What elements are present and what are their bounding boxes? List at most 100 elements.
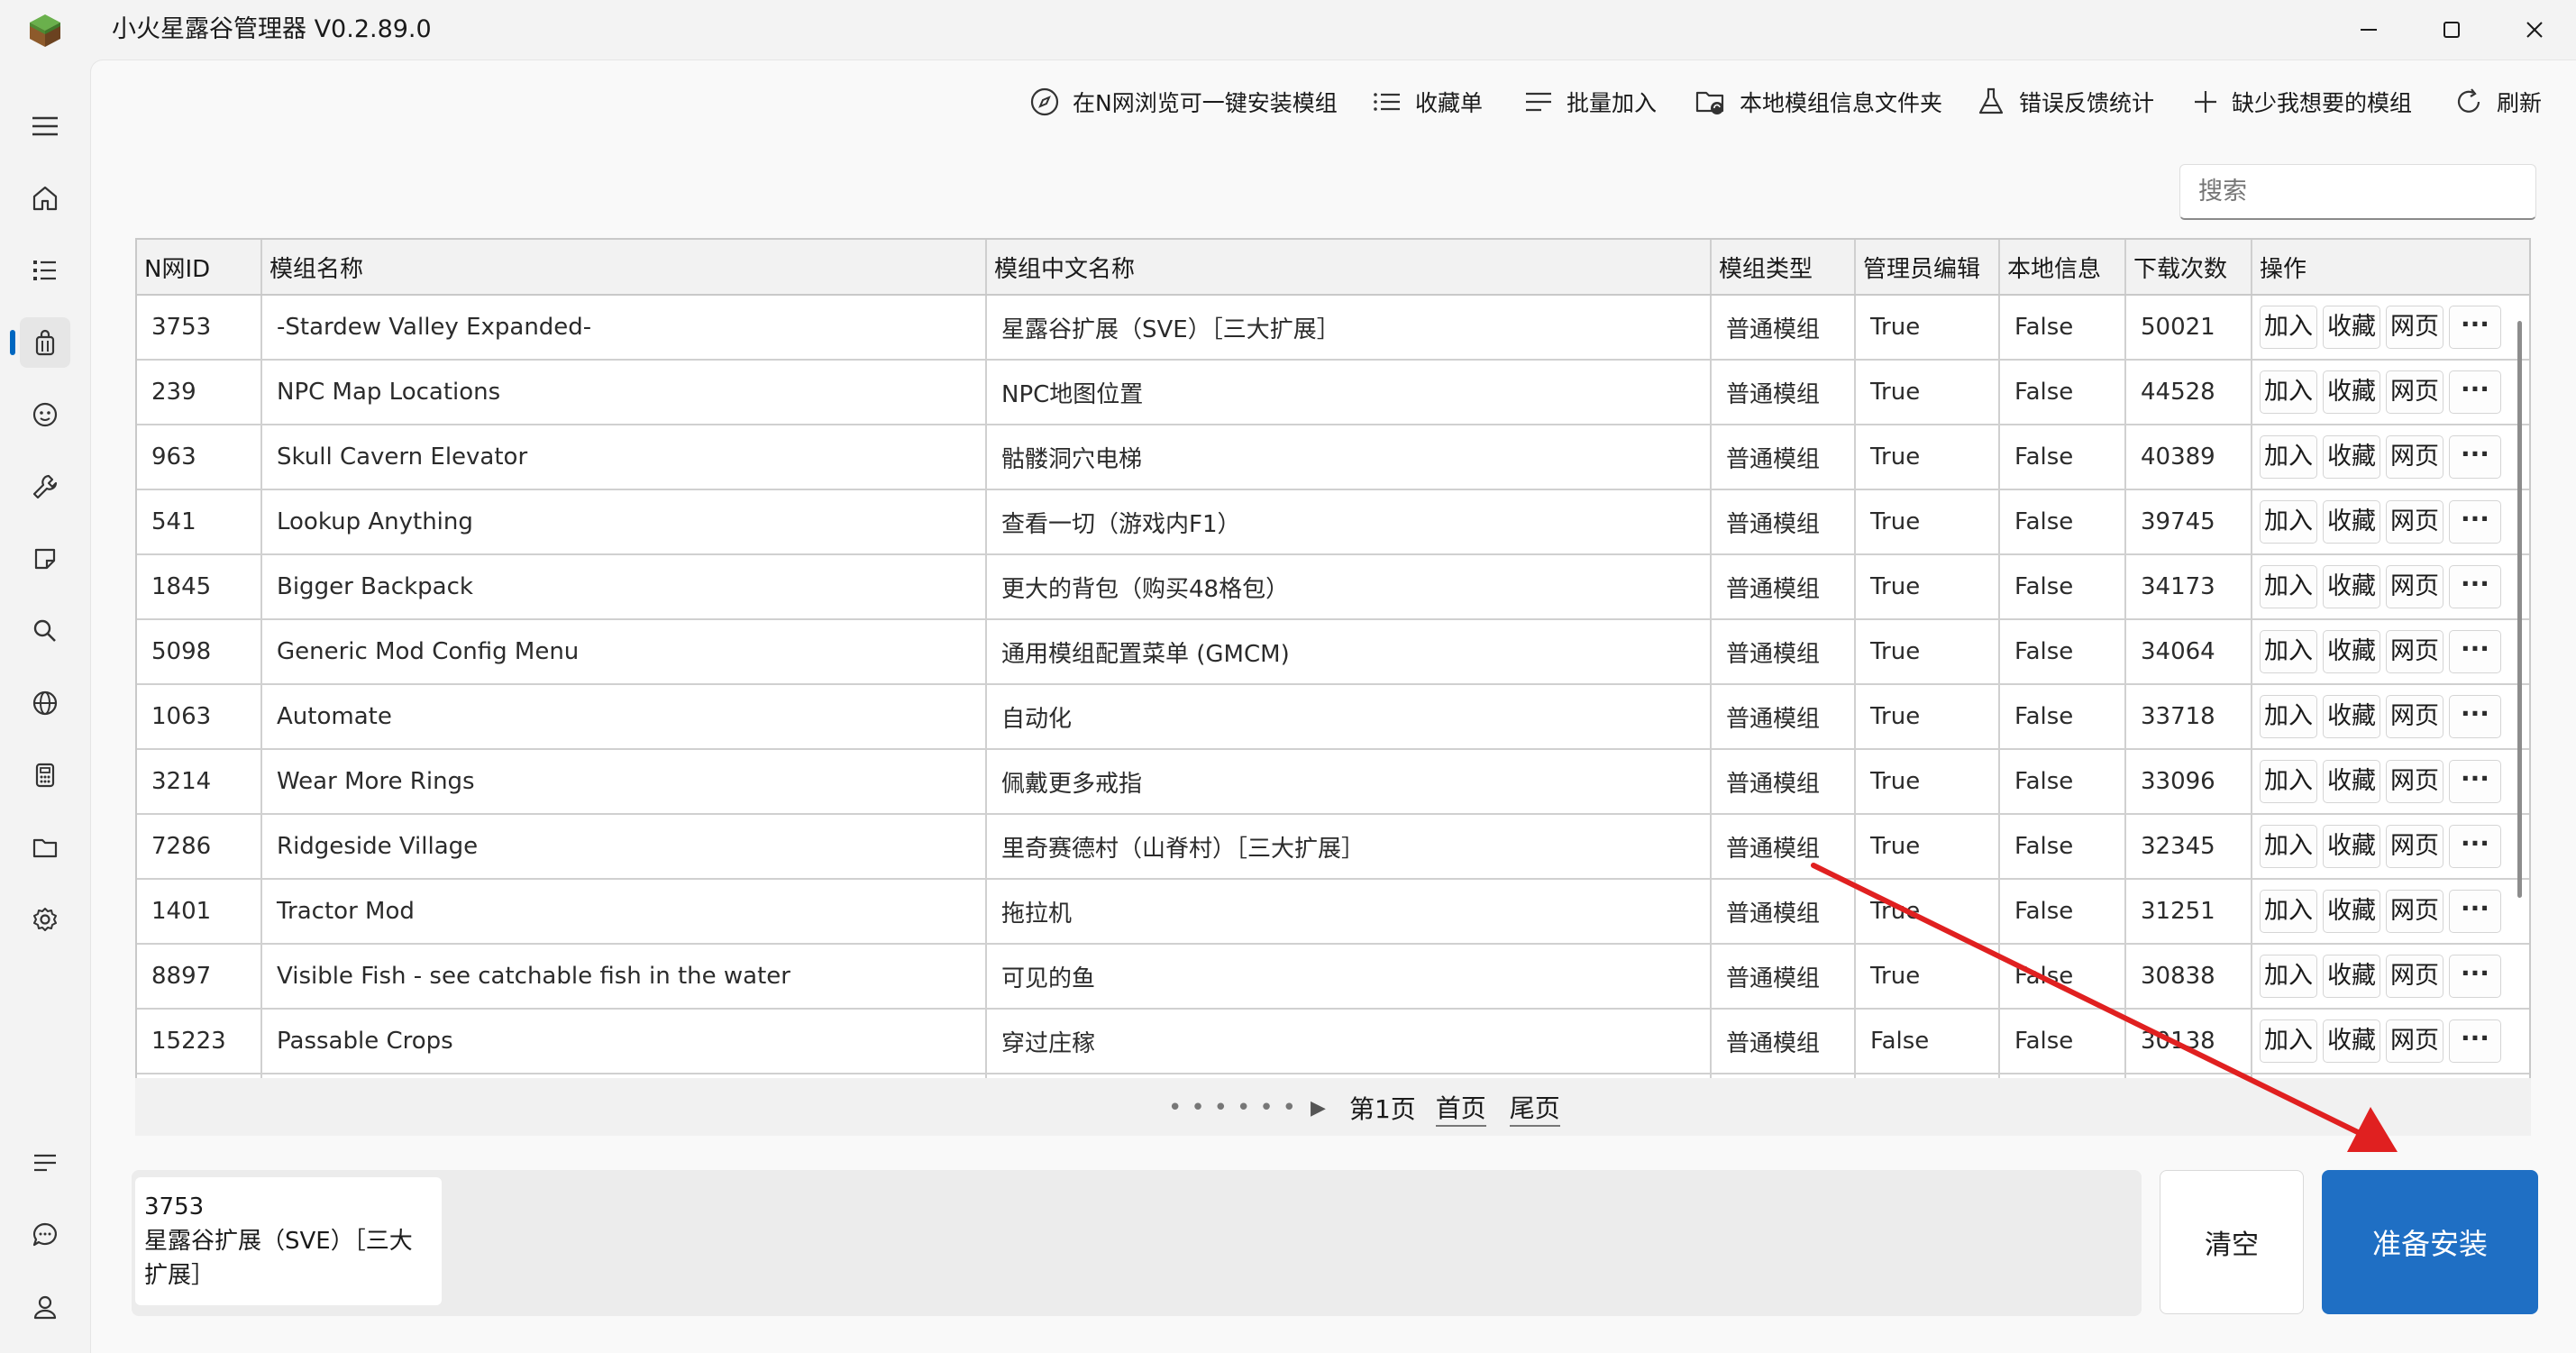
nav-calculator[interactable] <box>20 750 70 800</box>
nav-tools[interactable] <box>20 462 70 512</box>
table-row[interactable]: 8897 Visible Fish - see catchable fish in… <box>137 944 2529 1010</box>
first-page-link[interactable]: 首页 <box>1435 1089 1486 1127</box>
column-header-name[interactable]: 模组名称 <box>261 240 987 296</box>
search-input[interactable] <box>2179 164 2536 220</box>
add-button[interactable]: 加入 <box>2260 500 2317 544</box>
table-row[interactable]: 1845 Bigger Backpack 更大的背包（购买48格包） 普通模组 True… <box>137 554 2529 620</box>
table-row[interactable]: 1401 Tractor Mod 拖拉机 普通模组 True False 31251 加入 收藏… <box>137 879 2529 945</box>
refresh-button[interactable]: 刷新 <box>2453 78 2542 126</box>
web-button[interactable]: 网页 <box>2386 370 2444 414</box>
web-button[interactable]: 网页 <box>2386 760 2444 803</box>
nav-search[interactable] <box>20 606 70 656</box>
favorite-button[interactable]: 收藏 <box>2323 500 2380 544</box>
favorite-button[interactable]: 收藏 <box>2323 955 2380 998</box>
web-button[interactable]: 网页 <box>2386 695 2444 738</box>
column-header-type[interactable]: 模组类型 <box>1711 240 1856 296</box>
more-options-button[interactable]: ··· <box>2449 890 2501 933</box>
nav-web[interactable] <box>20 678 70 728</box>
clear-button[interactable]: 清空 <box>2160 1170 2304 1314</box>
more-options-button[interactable]: ··· <box>2449 306 2501 349</box>
more-options-button[interactable]: ··· <box>2449 1019 2501 1063</box>
web-button[interactable]: 网页 <box>2386 955 2444 998</box>
more-options-button[interactable]: ··· <box>2449 760 2501 803</box>
request-mod-button[interactable]: 缺少我想要的模组 <box>2192 78 2412 126</box>
favorite-button[interactable]: 收藏 <box>2323 890 2380 933</box>
favorite-button[interactable]: 收藏 <box>2323 306 2380 349</box>
last-page-link[interactable]: 尾页 <box>1509 1089 1560 1127</box>
web-button[interactable]: 网页 <box>2386 890 2444 933</box>
table-row[interactable]: 541 Lookup Anything 查看一切（游戏内F1） 普通模组 True Fal… <box>137 489 2529 555</box>
add-button[interactable]: 加入 <box>2260 760 2317 803</box>
favorite-button[interactable]: 收藏 <box>2323 760 2380 803</box>
favorite-button[interactable]: 收藏 <box>2323 435 2380 479</box>
column-header-admin-edit[interactable]: 管理员编辑 <box>1855 240 2000 296</box>
add-button[interactable]: 加入 <box>2260 825 2317 868</box>
batch-add-button[interactable]: 批量加入 <box>1523 78 1657 126</box>
menu-toggle-button[interactable] <box>20 101 70 151</box>
table-row[interactable]: 5098 Generic Mod Config Menu 通用模组配置菜单 (GMC… <box>137 619 2529 685</box>
column-header-id[interactable]: N网ID <box>137 240 262 296</box>
nav-notes[interactable] <box>20 534 70 584</box>
favorite-button[interactable]: 收藏 <box>2323 370 2380 414</box>
table-row[interactable]: 15223 Passable Crops 穿过庄稼 普通模组 False False 301… <box>137 1009 2529 1074</box>
column-header-local-info[interactable]: 本地信息 <box>1999 240 2126 296</box>
selected-mod-card[interactable]: 3753 星露谷扩展（SVE）［三大扩展］ <box>135 1177 442 1305</box>
add-button[interactable]: 加入 <box>2260 890 2317 933</box>
add-button[interactable]: 加入 <box>2260 1019 2317 1063</box>
add-button[interactable]: 加入 <box>2260 955 2317 998</box>
column-header-downloads[interactable]: 下载次数 <box>2125 240 2252 296</box>
web-button[interactable]: 网页 <box>2386 435 2444 479</box>
error-feedback-button[interactable]: 错误反馈统计 <box>1976 78 2154 126</box>
add-button[interactable]: 加入 <box>2260 630 2317 673</box>
nav-list[interactable] <box>20 245 70 296</box>
more-options-button[interactable]: ··· <box>2449 955 2501 998</box>
add-button[interactable]: 加入 <box>2260 565 2317 608</box>
web-button[interactable]: 网页 <box>2386 825 2444 868</box>
favorite-button[interactable]: 收藏 <box>2323 565 2380 608</box>
prepare-install-button[interactable]: 准备安装 <box>2322 1170 2538 1314</box>
nav-settings[interactable] <box>20 894 70 945</box>
table-row[interactable]: 1063 Automate 自动化 普通模组 True False 33718 加入 收藏 网页 ·… <box>137 684 2529 750</box>
favorite-button[interactable]: 收藏 <box>2323 1019 2380 1063</box>
favorite-button[interactable]: 收藏 <box>2323 630 2380 673</box>
column-header-chinese-name[interactable]: 模组中文名称 <box>986 240 1712 296</box>
table-row[interactable]: 963 Skull Cavern Elevator 骷髅洞穴电梯 普通模组 True Fa… <box>137 425 2529 490</box>
web-button[interactable]: 网页 <box>2386 500 2444 544</box>
browse-nexus-button[interactable]: 在N网浏览可一键安装模组 <box>1029 78 1338 126</box>
table-row[interactable]: 3214 Wear More Rings 佩戴更多戒指 普通模组 True False 33… <box>137 749 2529 815</box>
web-button[interactable]: 网页 <box>2386 565 2444 608</box>
nav-feedback[interactable] <box>20 1210 70 1260</box>
more-options-button[interactable]: ··· <box>2449 695 2501 738</box>
next-page-arrow-icon[interactable]: ▶ <box>1311 1097 1326 1120</box>
nav-log[interactable] <box>20 1138 70 1188</box>
nav-mods[interactable] <box>10 317 70 368</box>
add-button[interactable]: 加入 <box>2260 306 2317 349</box>
more-options-button[interactable]: ··· <box>2449 500 2501 544</box>
favorite-button[interactable]: 收藏 <box>2323 825 2380 868</box>
nav-emoji[interactable] <box>20 389 70 440</box>
more-options-button[interactable]: ··· <box>2449 370 2501 414</box>
web-button[interactable]: 网页 <box>2386 630 2444 673</box>
close-button[interactable] <box>2493 0 2576 59</box>
add-button[interactable]: 加入 <box>2260 370 2317 414</box>
web-button[interactable]: 网页 <box>2386 306 2444 349</box>
nav-account[interactable] <box>20 1282 70 1332</box>
add-button[interactable]: 加入 <box>2260 435 2317 479</box>
favorites-list-button[interactable]: 收藏单 <box>1372 78 1483 126</box>
more-options-button[interactable]: ··· <box>2449 825 2501 868</box>
more-options-button[interactable]: ··· <box>2449 565 2501 608</box>
table-row[interactable]: 3753 -Stardew Valley Expanded- 星露谷扩展（SVE）［… <box>137 295 2529 361</box>
minimize-button[interactable] <box>2327 0 2410 59</box>
more-options-button[interactable]: ··· <box>2449 630 2501 673</box>
table-row[interactable]: 239 NPC Map Locations NPC地图位置 普通模组 True False… <box>137 360 2529 425</box>
local-info-folder-button[interactable]: 本地模组信息文件夹 <box>1694 78 1942 126</box>
table-row[interactable]: 7286 Ridgeside Village 里奇赛德村（山脊村）［三大扩展］ 普通模… <box>137 814 2529 880</box>
nav-home[interactable] <box>20 173 70 224</box>
maximize-button[interactable] <box>2410 0 2493 59</box>
more-options-button[interactable]: ··· <box>2449 435 2501 479</box>
nav-folder[interactable] <box>20 822 70 873</box>
web-button[interactable]: 网页 <box>2386 1019 2444 1063</box>
add-button[interactable]: 加入 <box>2260 695 2317 738</box>
favorite-button[interactable]: 收藏 <box>2323 695 2380 738</box>
table-scrollbar[interactable] <box>2517 321 2522 898</box>
